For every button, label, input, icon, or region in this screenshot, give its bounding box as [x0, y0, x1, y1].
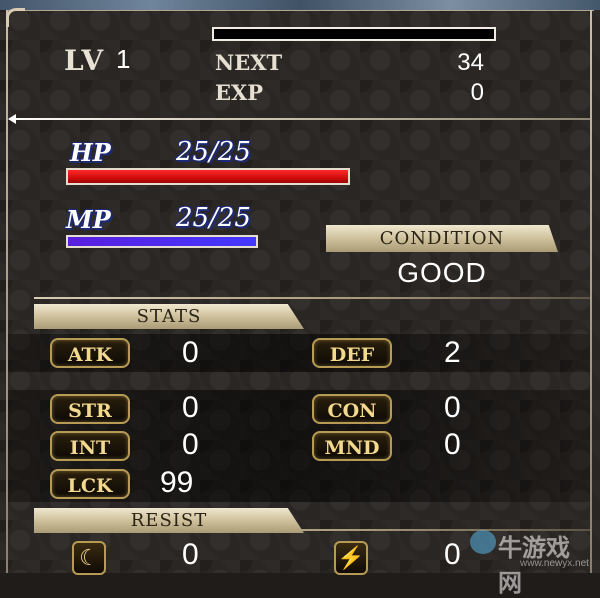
condition-value: GOOD: [397, 257, 487, 288]
atk-value: 0: [182, 336, 199, 369]
next-value: 34: [457, 49, 484, 76]
hp-gauge: [66, 168, 350, 185]
mp-value: 25/25: [176, 203, 251, 233]
frame-corner-ornament: [6, 8, 25, 27]
str-value: 0: [182, 391, 199, 424]
hp-label: HP: [70, 138, 111, 167]
int-value: 0: [182, 428, 199, 461]
watermark-url: www.newyx.net: [520, 558, 589, 569]
lck-badge: LCK: [50, 469, 130, 499]
con-value: 0: [444, 391, 461, 424]
level-label: LV: [64, 44, 105, 77]
watermark-logo-icon: [470, 530, 496, 554]
exp-value: 0: [470, 79, 484, 106]
str-badge: STR: [50, 394, 130, 424]
moon-icon: ☾: [72, 541, 106, 575]
condition-header: CONDITION: [326, 225, 558, 252]
hp-gauge-fill: [68, 170, 348, 183]
atk-badge: ATK: [50, 338, 130, 368]
lck-value: 99: [160, 466, 194, 499]
resist-lightning-value: 0: [444, 538, 461, 571]
resist-moon-value: 0: [182, 538, 199, 571]
experience-bar: [212, 27, 496, 41]
mnd-value: 0: [444, 428, 461, 461]
watermark: 牛游戏网 www.newyx.net: [470, 528, 590, 597]
def-badge: DEF: [312, 338, 392, 368]
stats-header: STATS: [34, 304, 304, 329]
next-label: NEXT: [215, 50, 283, 75]
resist-header: RESIST: [34, 508, 304, 533]
int-badge: INT: [50, 431, 130, 461]
mnd-badge: MND: [312, 431, 392, 461]
con-badge: CON: [312, 394, 392, 424]
mp-label: MP: [66, 205, 111, 234]
top-banner-strip: [0, 0, 600, 10]
frame-top-line: [6, 10, 594, 11]
frame-right-border: [590, 10, 592, 573]
header-divider: [10, 118, 590, 120]
mp-gauge: [66, 235, 258, 248]
mp-gauge-fill: [68, 237, 256, 246]
hp-value: 25/25: [176, 137, 251, 167]
level-value: 1: [116, 44, 131, 74]
lightning-icon: ⚡: [334, 541, 368, 575]
exp-label: EXP: [215, 80, 264, 105]
divider-arrow-icon: [8, 114, 16, 124]
def-value: 2: [444, 336, 461, 369]
stats-section-line: [34, 297, 590, 299]
